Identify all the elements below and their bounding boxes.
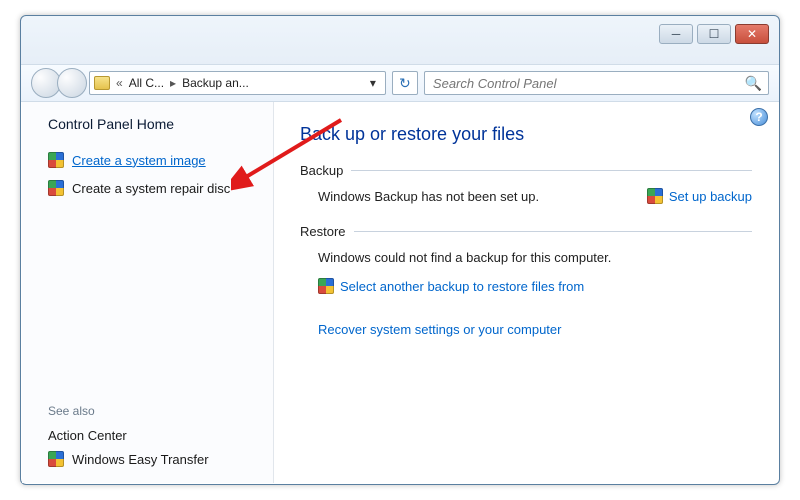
breadcrumb-separator: ▸ [170, 76, 176, 90]
search-box[interactable]: 🔍 [424, 71, 769, 95]
link-label: Select another backup to restore files f… [340, 279, 584, 294]
breadcrumb-segment-1[interactable]: All C... [129, 76, 164, 90]
shield-icon [647, 188, 663, 204]
restore-section-header: Restore [300, 224, 752, 239]
select-another-backup-link[interactable]: Select another backup to restore files f… [300, 278, 752, 294]
forward-button[interactable] [57, 68, 87, 98]
shield-icon [48, 152, 64, 168]
shield-icon [318, 278, 334, 294]
refresh-icon: ↻ [399, 75, 411, 92]
section-title-text: Backup [300, 163, 343, 178]
help-icon: ? [755, 110, 762, 124]
link-label: Windows Easy Transfer [72, 452, 209, 467]
refresh-button[interactable]: ↻ [392, 71, 418, 95]
nav-buttons [31, 68, 83, 98]
link-create-repair-disc[interactable]: Create a system repair disc [48, 180, 255, 196]
restore-status-text: Windows could not find a backup for this… [318, 249, 752, 267]
control-panel-window: ─ ☐ ✕ « All C... ▸ Backup an... ▾ ↻ 🔍 Co… [20, 15, 780, 485]
help-button[interactable]: ? [750, 108, 768, 126]
link-label: Create a system repair disc [72, 181, 230, 196]
link-action-center[interactable]: Action Center [48, 428, 255, 443]
search-icon[interactable]: 🔍 [745, 75, 762, 92]
divider [354, 231, 752, 232]
address-dropdown-button[interactable]: ▾ [365, 76, 381, 90]
minimize-button[interactable]: ─ [659, 24, 693, 44]
breadcrumb-leading-chevron: « [116, 76, 123, 90]
backup-status-text: Windows Backup has not been set up. [318, 188, 633, 206]
section-title-text: Restore [300, 224, 346, 239]
link-label: Action Center [48, 428, 127, 443]
link-create-system-image[interactable]: Create a system image [48, 152, 255, 168]
shield-icon [48, 451, 64, 467]
maximize-button[interactable]: ☐ [697, 24, 731, 44]
restore-row: Windows could not find a backup for this… [300, 249, 752, 267]
link-label: Create a system image [72, 153, 206, 168]
content-body: Control Panel Home Create a system image… [22, 102, 778, 483]
breadcrumb-segment-2[interactable]: Backup an... [182, 76, 249, 90]
link-windows-easy-transfer[interactable]: Windows Easy Transfer [48, 451, 255, 467]
search-input[interactable] [431, 75, 745, 92]
window-controls: ─ ☐ ✕ [659, 24, 769, 44]
link-label: Set up backup [669, 189, 752, 204]
main-content: ? Back up or restore your files Backup W… [274, 102, 778, 483]
see-also-heading: See also [48, 404, 255, 418]
recover-system-settings-link[interactable]: Recover system settings or your computer [300, 322, 752, 337]
set-up-backup-link[interactable]: Set up backup [647, 188, 752, 204]
shield-icon [48, 180, 64, 196]
sidebar: Control Panel Home Create a system image… [22, 102, 274, 483]
close-button[interactable]: ✕ [735, 24, 769, 44]
folder-icon [94, 76, 110, 90]
page-title: Back up or restore your files [300, 124, 752, 145]
backup-row: Windows Backup has not been set up. Set … [300, 188, 752, 206]
divider [351, 170, 752, 171]
backup-section-header: Backup [300, 163, 752, 178]
address-bar[interactable]: « All C... ▸ Backup an... ▾ [89, 71, 386, 95]
address-toolbar: « All C... ▸ Backup an... ▾ ↻ 🔍 [21, 64, 779, 102]
control-panel-home[interactable]: Control Panel Home [48, 116, 255, 132]
